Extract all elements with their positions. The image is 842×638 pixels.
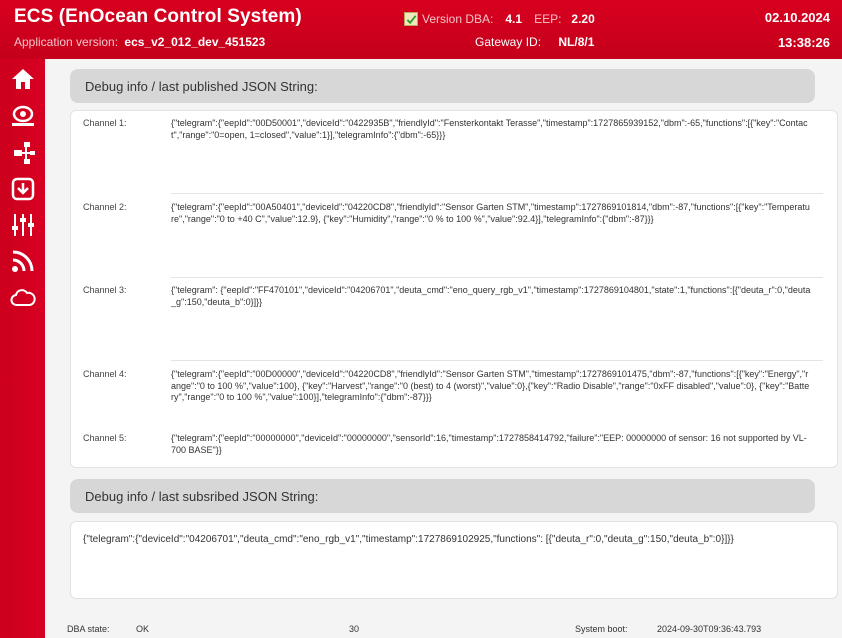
version-dba-label: Version DBA:: [422, 12, 494, 26]
network-icon[interactable]: [9, 139, 36, 166]
app-title: ECS (EnOcean Control System): [14, 6, 302, 27]
dba-state-label: DBA state:: [67, 624, 110, 634]
version-dba: Version DBA: 4.1 EEP: 2.20: [404, 12, 595, 26]
channel-label: Channel 4:: [83, 369, 127, 379]
checkbox-check-icon: [404, 12, 418, 26]
header-time: 13:38:26: [777, 35, 830, 50]
divider: [171, 277, 823, 278]
enocean-icon[interactable]: [9, 103, 36, 130]
channel-label: Channel 5:: [83, 433, 127, 443]
app-header: ECS (EnOcean Control System) Application…: [0, 0, 842, 59]
gateway-id: Gateway ID: NL/8/1: [475, 35, 594, 49]
main-content: Debug info / last published JSON String:…: [45, 59, 842, 638]
divider: [171, 193, 823, 194]
channel-label: Channel 2:: [83, 202, 127, 212]
subscribed-json: {"telegram":{"deviceId":"04206701","deut…: [83, 534, 734, 545]
sliders-icon[interactable]: [9, 211, 36, 238]
app-version-value: ecs_v2_012_dev_451523: [124, 35, 266, 49]
system-boot-value: 2024-09-30T09:36:43.793: [657, 624, 762, 634]
dba-state-value: OK: [136, 624, 150, 634]
rss-icon[interactable]: [9, 247, 36, 274]
home-icon[interactable]: [9, 65, 36, 92]
gateway-value: NL/8/1: [558, 35, 595, 49]
channel-json: {"telegram":{"eepId":"00D00000","deviceI…: [171, 369, 810, 402]
published-json-panel: Channel 1: {"telegram":{"eepId":"00D5000…: [70, 110, 838, 468]
download-icon[interactable]: [9, 175, 36, 202]
sidebar: [0, 59, 45, 638]
channel-json: {"telegram":{"eepId":"00A50401","deviceI…: [171, 202, 810, 224]
published-section-title: Debug info / last published JSON String:: [70, 69, 815, 103]
app-version-label: Application version:: [14, 35, 119, 49]
app-version: Application version: ecs_v2_012_dev_4515…: [14, 35, 265, 49]
channel-label: Channel 3:: [83, 285, 127, 295]
channel-json: {"telegram":{"eepId":"00D50001","deviceI…: [171, 118, 808, 140]
gateway-label: Gateway ID:: [475, 35, 542, 49]
subscribed-section-title: Debug info / last subsribed JSON String:: [70, 479, 815, 513]
system-boot-label: System boot:: [575, 624, 628, 634]
status-footer: DBA state: OK 30 System boot: 2024-09-30…: [45, 620, 842, 638]
header-date: 02.10.2024: [764, 10, 830, 25]
eep-label: EEP:: [534, 12, 562, 26]
channel-label: Channel 1:: [83, 118, 127, 128]
version-dba-value: 4.1: [505, 12, 523, 26]
channel-json: {"telegram": {"eepId":"FF470101","device…: [171, 285, 811, 307]
divider: [171, 360, 823, 361]
cloud-icon[interactable]: [9, 283, 36, 310]
channel-json: {"telegram":{"eepId":"00000000","deviceI…: [171, 433, 807, 455]
footer-center-value: 30: [349, 624, 360, 634]
eep-value: 2.20: [571, 12, 595, 26]
subscribed-json-panel: {"telegram":{"deviceId":"04206701","deut…: [70, 521, 838, 599]
